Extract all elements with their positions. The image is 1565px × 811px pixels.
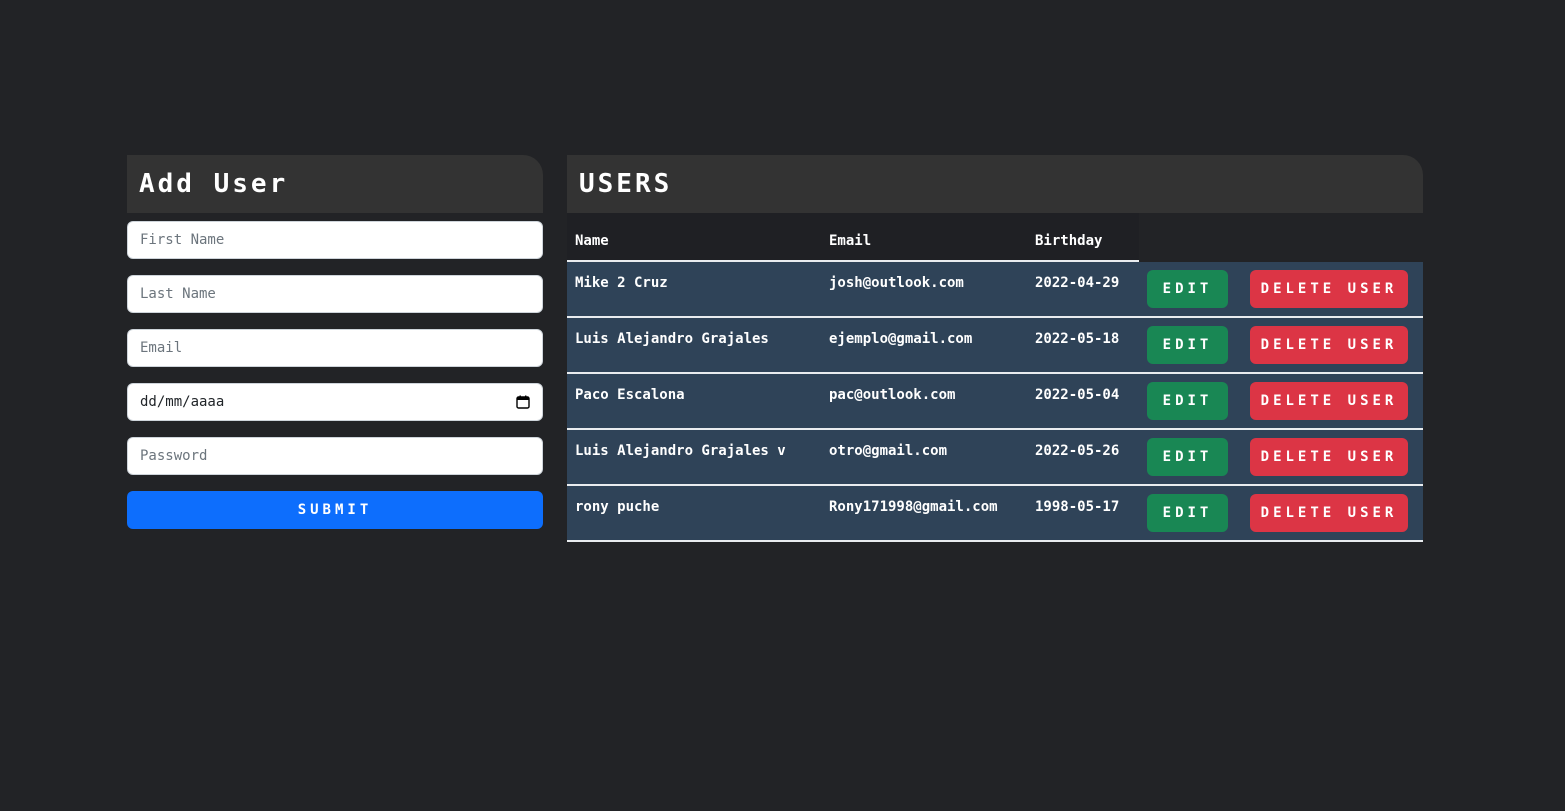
user-email: pac@outlook.com — [829, 387, 956, 403]
table-row: rony puche Rony171998@gmail.com 1998-05-… — [567, 486, 1423, 542]
table-row: Mike 2 Cruz josh@outlook.com 2022-04-29 … — [567, 262, 1423, 318]
last-name-field[interactable] — [127, 275, 543, 313]
user-email: otro@gmail.com — [829, 443, 948, 459]
password-input[interactable] — [140, 448, 530, 464]
user-birthday: 2022-05-18 — [1035, 331, 1120, 347]
row-actions: EDIT DELETE USER — [1139, 262, 1408, 316]
users-table-header: Name Email Birthday — [567, 213, 1139, 262]
edit-button[interactable]: EDIT — [1147, 326, 1228, 364]
submit-button[interactable]: SUBMIT — [127, 491, 543, 529]
table-row: Luis Alejandro Grajales ejemplo@gmail.co… — [567, 318, 1423, 374]
user-email: josh@outlook.com — [829, 275, 964, 291]
user-birthday: 1998-05-17 — [1035, 499, 1120, 515]
user-name: Paco Escalona — [575, 387, 685, 403]
user-name: rony puche — [575, 499, 660, 515]
table-row: Luis Alejandro Grajales v otro@gmail.com… — [567, 430, 1423, 486]
add-user-title: Add User — [139, 169, 289, 199]
delete-user-button[interactable]: DELETE USER — [1250, 270, 1408, 308]
first-name-field[interactable] — [127, 221, 543, 259]
column-header-name: Name — [575, 233, 609, 249]
users-header: USERS — [567, 155, 1423, 213]
last-name-input[interactable] — [140, 286, 530, 302]
add-user-header: Add User — [127, 155, 543, 213]
email-input[interactable] — [140, 340, 530, 356]
users-panel: USERS Name Email Birthday Mike 2 Cruz jo… — [567, 155, 1423, 542]
edit-button[interactable]: EDIT — [1147, 494, 1228, 532]
user-birthday: 2022-05-04 — [1035, 387, 1120, 403]
users-title: USERS — [579, 169, 673, 199]
add-user-panel: Add User dd/mm/aaaa SUBMIT — [127, 155, 543, 529]
user-name: Mike 2 Cruz — [575, 275, 668, 291]
first-name-input[interactable] — [140, 232, 530, 248]
delete-user-button[interactable]: DELETE USER — [1250, 438, 1408, 476]
password-field[interactable] — [127, 437, 543, 475]
delete-user-button[interactable]: DELETE USER — [1250, 494, 1408, 532]
row-actions: EDIT DELETE USER — [1139, 486, 1408, 540]
row-actions: EDIT DELETE USER — [1139, 318, 1408, 372]
user-email: ejemplo@gmail.com — [829, 331, 973, 347]
user-birthday: 2022-05-26 — [1035, 443, 1120, 459]
row-actions: EDIT DELETE USER — [1139, 430, 1408, 484]
calendar-icon[interactable] — [516, 395, 530, 409]
user-birthday: 2022-04-29 — [1035, 275, 1120, 291]
user-email: Rony171998@gmail.com — [829, 499, 998, 515]
user-name: Luis Alejandro Grajales v — [575, 443, 786, 459]
birthday-date-text: dd/mm/aaaa — [140, 394, 225, 410]
table-row: Paco Escalona pac@outlook.com 2022-05-04… — [567, 374, 1423, 430]
column-header-birthday: Birthday — [1035, 233, 1103, 249]
delete-user-button[interactable]: DELETE USER — [1250, 326, 1408, 364]
row-actions: EDIT DELETE USER — [1139, 374, 1408, 428]
edit-button[interactable]: EDIT — [1147, 438, 1228, 476]
edit-button[interactable]: EDIT — [1147, 270, 1228, 308]
email-field[interactable] — [127, 329, 543, 367]
column-header-email: Email — [829, 233, 872, 249]
user-name: Luis Alejandro Grajales — [575, 331, 769, 347]
birthday-field[interactable]: dd/mm/aaaa — [127, 383, 543, 421]
add-user-form: dd/mm/aaaa — [127, 221, 543, 475]
delete-user-button[interactable]: DELETE USER — [1250, 382, 1408, 420]
edit-button[interactable]: EDIT — [1147, 382, 1228, 420]
